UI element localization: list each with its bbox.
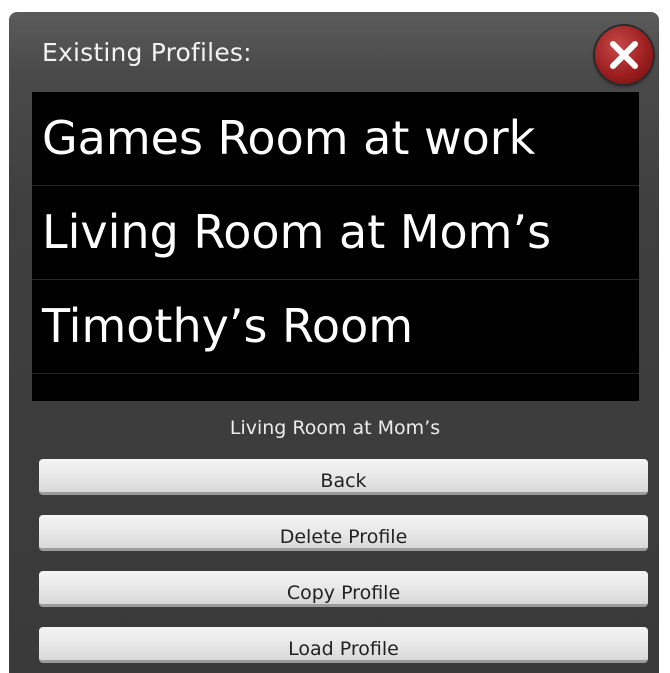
profiles-dialog: Existing Profiles: Games Room at work Li… (9, 12, 659, 673)
delete-profile-button[interactable]: Delete Profile (39, 515, 648, 551)
copy-profile-button[interactable]: Copy Profile (39, 571, 648, 607)
selected-profile-label: Living Room at Mom’s (229, 417, 441, 439)
close-icon (610, 41, 638, 69)
profile-name: Timothy’s Room (42, 299, 414, 353)
back-button[interactable]: Back (39, 459, 648, 495)
profile-list-item[interactable]: Living Room at Mom’s (32, 186, 639, 280)
load-profile-button[interactable]: Load Profile (39, 627, 648, 663)
profile-list-item[interactable]: Games Room at work (32, 92, 639, 186)
profile-list-item[interactable]: Timothy’s Room (32, 280, 639, 374)
profile-name: Living Room at Mom’s (42, 205, 552, 259)
profile-list[interactable]: Games Room at work Living Room at Mom’s … (32, 92, 639, 401)
dialog-title: Existing Profiles: (42, 38, 252, 67)
close-button[interactable] (595, 26, 653, 84)
profile-name: Games Room at work (42, 111, 536, 165)
